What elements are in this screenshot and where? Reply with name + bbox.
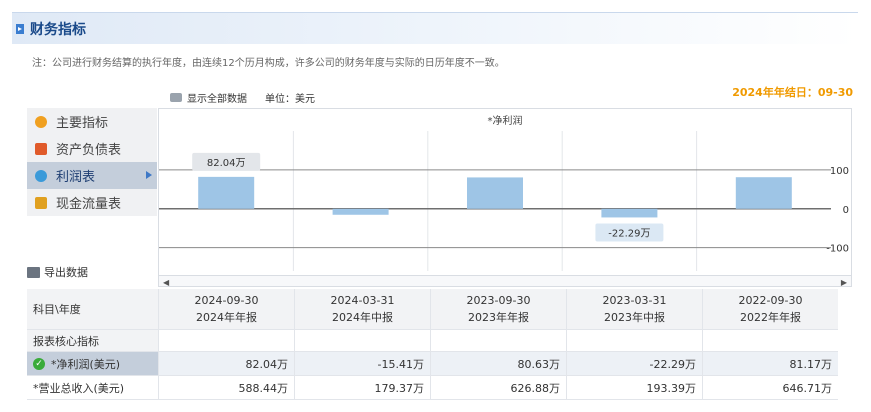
period-date: 2024-09-30 xyxy=(194,294,259,307)
table-row-net-profit[interactable]: ✓ *净利润(美元) 82.04万 -15.41万 80.63万 -22.29万… xyxy=(27,352,838,376)
table-cell: 193.39万 xyxy=(566,376,702,399)
section-header: 财务指标 xyxy=(12,12,858,44)
bar xyxy=(332,208,389,215)
fiscal-year-end: 2024年年结日：09-30 xyxy=(732,86,853,99)
export-data-button[interactable]: 导出数据 xyxy=(27,264,88,280)
chart-toolbar: 显示全部数据 单位：美元 xyxy=(170,89,315,105)
row-label: *净利润(美元) xyxy=(51,357,121,371)
person-icon xyxy=(35,196,47,209)
chart-scrollbar[interactable]: ◀ ▶ xyxy=(158,275,852,287)
period-label: 2022年年报 xyxy=(740,311,801,324)
section-marker-icon xyxy=(16,23,24,34)
empty-cell xyxy=(430,330,566,351)
period-date: 2023-09-30 xyxy=(466,294,531,307)
y-tick-label: 0 xyxy=(843,205,849,216)
net-profit-chart: *净利润 100 0 -100 82.04万 -22.29万 xyxy=(158,108,852,276)
period-date: 2022-09-30 xyxy=(738,294,803,307)
bar xyxy=(735,177,792,209)
column-header[interactable]: 2023-03-31 2023年中报 xyxy=(566,289,702,329)
nav-item-label: 利润表 xyxy=(56,170,96,185)
period-label: 2024年年报 xyxy=(196,311,257,324)
section-label: 报表核心指标 xyxy=(27,330,158,351)
chart-canvas: 100 0 -100 82.04万 -22.29万 xyxy=(159,131,849,271)
nav-item-label: 主要指标 xyxy=(56,116,109,131)
table-cell: 82.04万 xyxy=(158,352,294,375)
scroll-right-icon[interactable]: ▶ xyxy=(841,278,847,287)
table-cell: -15.41万 xyxy=(294,352,430,375)
column-header[interactable]: 2022-09-30 2022年年报 xyxy=(702,289,838,329)
sun-icon xyxy=(35,115,47,128)
nav-item-label: 资产负债表 xyxy=(56,143,122,158)
column-header[interactable]: 2024-03-31 2024年中报 xyxy=(294,289,430,329)
table-cell: -22.29万 xyxy=(566,352,702,375)
y-tick-label: -100 xyxy=(826,244,849,255)
period-date: 2023-03-31 xyxy=(602,294,667,307)
bar xyxy=(467,177,523,209)
column-header-label: 科目\年度 xyxy=(33,303,81,316)
y-tick-label: 100 xyxy=(830,166,849,177)
nav-item-key-indicators[interactable]: 主要指标 xyxy=(27,108,157,135)
period-label: 2023年中报 xyxy=(604,311,665,324)
table-section-row: 报表核心指标 xyxy=(27,330,838,352)
document-icon xyxy=(35,142,47,155)
check-icon[interactable]: ✓ xyxy=(33,357,45,370)
table-cell: 588.44万 xyxy=(158,376,294,399)
show-all-icon[interactable] xyxy=(170,92,182,102)
scroll-left-icon[interactable]: ◀ xyxy=(163,278,169,287)
table-cell: 646.71万 xyxy=(702,376,838,399)
table-cell: 81.17万 xyxy=(702,352,838,375)
nav-item-balance-sheet[interactable]: 资产负债表 xyxy=(27,135,157,162)
empty-cell xyxy=(702,330,838,351)
row-label: *营业总收入(美元) xyxy=(33,381,125,395)
period-label: 2023年年报 xyxy=(468,311,529,324)
statement-nav: 主要指标 资产负债表 利润表 现金流量表 xyxy=(27,108,157,216)
fiscal-note: 注：公司进行财务结算的执行年度，由连续12个历月构成，许多公司的财务年度与实际的… xyxy=(32,58,505,69)
data-label: 82.04万 xyxy=(207,158,246,169)
section-title: 财务指标 xyxy=(30,21,86,38)
financial-table: 科目\年度 2024-09-30 2024年年报 2024-03-31 2024… xyxy=(27,289,838,400)
empty-cell xyxy=(294,330,430,351)
bar xyxy=(198,176,255,209)
active-arrow-icon xyxy=(146,171,152,179)
export-label: 导出数据 xyxy=(44,266,88,279)
empty-cell xyxy=(566,330,702,351)
unit-label: 单位：美元 xyxy=(265,93,315,105)
period-label: 2024年中报 xyxy=(332,311,393,324)
table-row-revenue[interactable]: *营业总收入(美元) 588.44万 179.37万 626.88万 193.3… xyxy=(27,376,838,400)
empty-cell xyxy=(158,330,294,351)
table-header-row: 科目\年度 2024-09-30 2024年年报 2024-03-31 2024… xyxy=(27,289,838,330)
row-label-cell: *营业总收入(美元) xyxy=(27,376,158,399)
column-header[interactable]: 2023-09-30 2023年年报 xyxy=(430,289,566,329)
nav-item-income-statement[interactable]: 利润表 xyxy=(27,162,157,189)
data-label: -22.29万 xyxy=(608,228,650,239)
nav-item-cash-flow[interactable]: 现金流量表 xyxy=(27,189,157,216)
period-date: 2024-03-31 xyxy=(330,294,395,307)
bar xyxy=(601,208,658,218)
column-header[interactable]: 2024-09-30 2024年年报 xyxy=(158,289,294,329)
row-label-cell: ✓ *净利润(美元) xyxy=(27,352,158,375)
show-all-button[interactable]: 显示全部数据 xyxy=(187,90,247,105)
export-icon xyxy=(27,266,40,278)
globe-icon xyxy=(35,169,47,182)
table-cell: 80.63万 xyxy=(430,352,566,375)
nav-item-label: 现金流量表 xyxy=(56,197,122,212)
table-cell: 626.88万 xyxy=(430,376,566,399)
table-cell: 179.37万 xyxy=(294,376,430,399)
